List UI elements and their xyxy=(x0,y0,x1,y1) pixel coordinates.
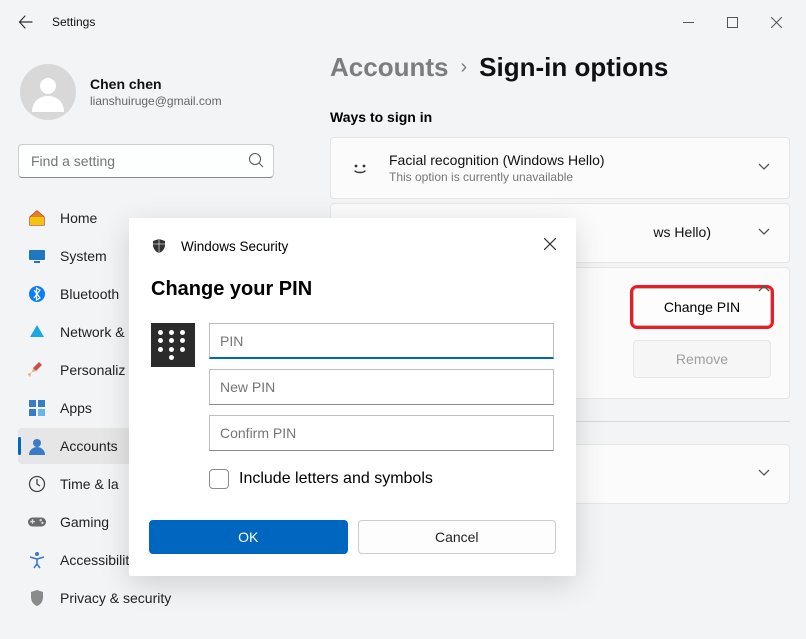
sidebar-item-label: Home xyxy=(60,210,97,226)
sidebar-item-label: Personaliz xyxy=(60,362,125,378)
profile-email: lianshuiruge@gmail.com xyxy=(90,94,222,108)
sidebar-item-label: Network & xyxy=(60,324,125,340)
accessibility-icon xyxy=(28,551,46,569)
maximize-icon xyxy=(727,17,738,28)
ok-button[interactable]: OK xyxy=(149,520,348,554)
profile-name: Chen chen xyxy=(90,76,222,92)
chevron-up-icon[interactable] xyxy=(757,282,771,301)
breadcrumb-leaf: Sign-in options xyxy=(479,52,668,83)
keypad-icon xyxy=(151,323,195,367)
sidebar-item-label: Accessibility xyxy=(60,552,136,568)
checkbox[interactable] xyxy=(209,469,229,489)
sidebar-item-privacy[interactable]: Privacy & security xyxy=(18,580,278,616)
search-input[interactable] xyxy=(18,144,274,178)
sidebar-item-label: Bluetooth xyxy=(60,286,119,302)
privacy-icon xyxy=(28,589,46,607)
window-title: Settings xyxy=(52,15,95,29)
sidebar-item-label: Accounts xyxy=(60,438,118,454)
chevron-down-icon xyxy=(757,224,771,243)
sidebar-item-label: Gaming xyxy=(60,514,109,530)
confirm-pin-input[interactable] xyxy=(209,415,554,451)
close-icon xyxy=(771,17,782,28)
sidebar-item-label: Apps xyxy=(60,400,92,416)
fingerprint-title-fragment: ws Hello) xyxy=(653,224,711,240)
apps-icon xyxy=(28,399,46,417)
section-ways-heading: Ways to sign in xyxy=(330,109,790,125)
back-button[interactable] xyxy=(8,4,44,40)
cancel-button[interactable]: Cancel xyxy=(358,520,557,554)
include-letters-checkbox-row[interactable]: Include letters and symbols xyxy=(209,469,554,489)
accounts-icon xyxy=(28,437,46,455)
close-button[interactable] xyxy=(754,6,798,38)
facial-recognition-card[interactable]: Facial recognition (Windows Hello) This … xyxy=(330,137,790,199)
close-icon xyxy=(544,238,556,250)
bluetooth-icon xyxy=(28,285,46,303)
profile-block[interactable]: Chen chen lianshuiruge@gmail.com xyxy=(20,64,276,120)
home-icon xyxy=(28,209,46,227)
chevron-down-icon xyxy=(757,159,771,178)
breadcrumb-root[interactable]: Accounts xyxy=(330,52,448,83)
personalize-icon xyxy=(28,361,46,379)
change-pin-button[interactable]: Change PIN xyxy=(633,288,771,326)
dialog-title: Change your PIN xyxy=(151,278,554,301)
maximize-button[interactable] xyxy=(710,6,754,38)
shield-icon xyxy=(151,238,167,254)
dialog-close-button[interactable] xyxy=(538,232,562,256)
sidebar-item-label: Time & la xyxy=(60,476,119,492)
dialog-header: Windows Security xyxy=(181,239,288,254)
checkbox-label: Include letters and symbols xyxy=(239,470,433,488)
arrow-left-icon xyxy=(18,14,34,30)
network-icon xyxy=(28,323,46,341)
minimize-button[interactable] xyxy=(666,6,710,38)
remove-pin-button: Remove xyxy=(633,340,771,378)
new-pin-input[interactable] xyxy=(209,369,554,405)
sidebar-item-label: Privacy & security xyxy=(60,590,171,606)
gaming-icon xyxy=(28,513,46,531)
system-icon xyxy=(28,247,46,265)
facial-title: Facial recognition (Windows Hello) xyxy=(389,152,605,168)
facial-sub: This option is currently unavailable xyxy=(389,170,605,184)
current-pin-input[interactable] xyxy=(209,323,554,359)
chevron-right-icon: › xyxy=(460,56,467,79)
face-icon xyxy=(349,158,371,178)
sidebar-item-label: System xyxy=(60,248,107,264)
search-wrap xyxy=(18,144,276,178)
breadcrumb: Accounts › Sign-in options xyxy=(330,52,790,83)
change-pin-dialog: Windows Security Change your PIN Include… xyxy=(129,218,576,576)
minimize-icon xyxy=(683,17,694,28)
avatar xyxy=(20,64,76,120)
time-icon xyxy=(28,475,46,493)
chevron-down-icon xyxy=(757,465,771,484)
search-icon xyxy=(248,152,264,173)
